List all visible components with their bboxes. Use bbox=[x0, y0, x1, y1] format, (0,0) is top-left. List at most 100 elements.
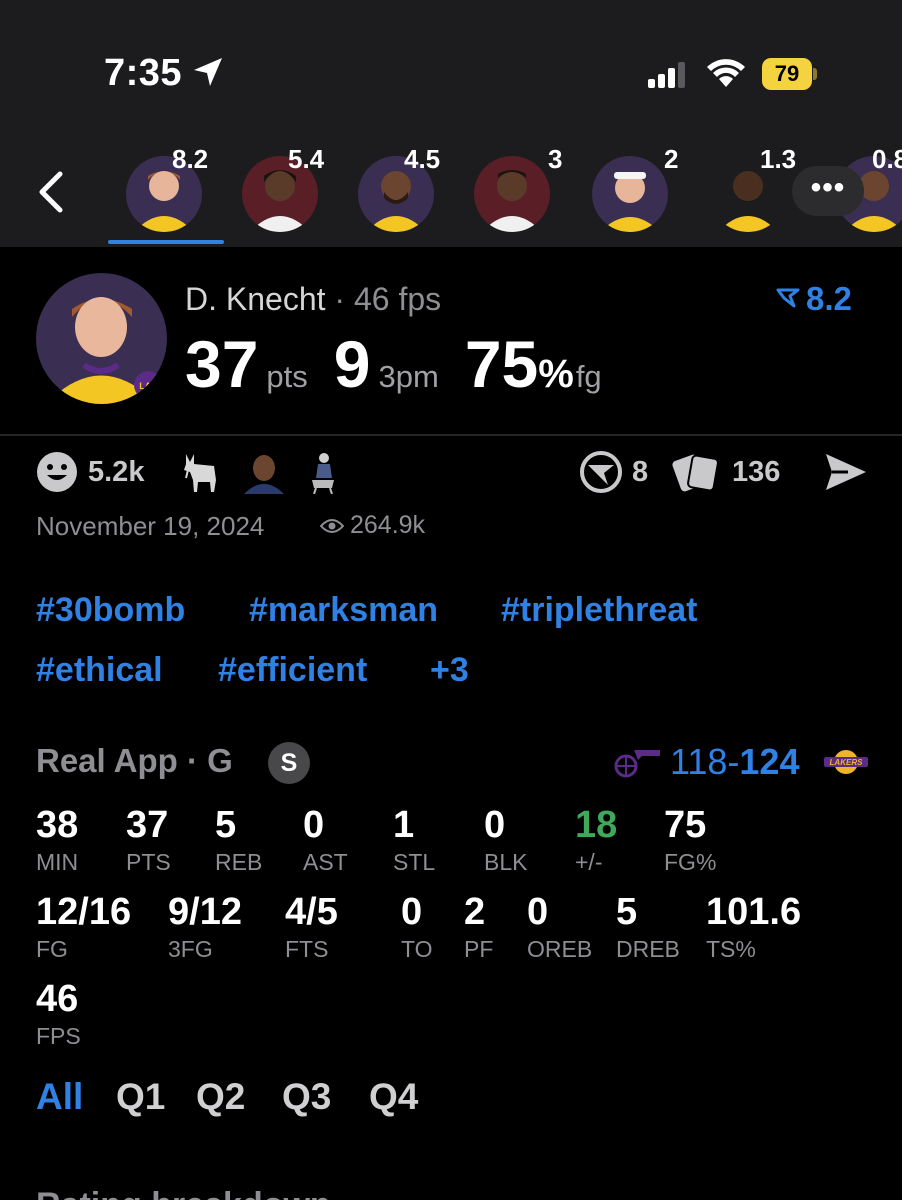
player-score: 4.5 bbox=[404, 144, 441, 174]
headline-fg-unit: fg bbox=[575, 359, 602, 394]
svg-text:LAL: LAL bbox=[139, 381, 157, 391]
real-logo-icon bbox=[580, 451, 622, 493]
wifi-icon bbox=[707, 59, 745, 87]
stat-label: FTS bbox=[285, 936, 329, 962]
stat-value: 0 bbox=[527, 891, 549, 933]
player-strip-item-6[interactable]: 1.3 bbox=[710, 144, 796, 232]
headline-threes-unit: 3pm bbox=[378, 359, 439, 394]
player-name: D. Knecht bbox=[185, 281, 326, 317]
jazz-logo-icon bbox=[614, 750, 660, 778]
tab-all[interactable]: All bbox=[36, 1076, 83, 1118]
stat-label: FPS bbox=[36, 1023, 81, 1049]
shaq-reaction[interactable] bbox=[242, 450, 286, 494]
stat-value: 38 bbox=[36, 804, 79, 846]
game-source: Real App · G bbox=[36, 742, 233, 779]
top-bar: 7:35 79 8.2 5.4 4.5 3 2 1.3 0.8 ••• bbox=[0, 0, 902, 247]
player-strip-item-5[interactable]: 2 bbox=[592, 144, 678, 232]
more-hashtags-button[interactable]: +3 bbox=[430, 651, 469, 690]
section-divider bbox=[0, 434, 902, 436]
view-count: 264.9k bbox=[320, 511, 425, 540]
player-strip-item-4[interactable]: 3 bbox=[474, 144, 562, 232]
stat-label: AST bbox=[303, 849, 348, 875]
rating-value: 8.2 bbox=[806, 280, 852, 317]
stat-label: FG% bbox=[664, 849, 717, 875]
tab-q4[interactable]: Q4 bbox=[369, 1076, 418, 1118]
headline-threes: 9 bbox=[333, 327, 371, 401]
stat-pf: 2 PF bbox=[464, 891, 493, 963]
hashtag-30bomb[interactable]: #30bomb bbox=[36, 591, 185, 630]
player-strip-item-3[interactable]: 4.5 bbox=[358, 144, 440, 232]
stat-value: 75 bbox=[664, 804, 707, 846]
stat-label: PTS bbox=[126, 849, 171, 875]
share-button[interactable] bbox=[824, 450, 868, 494]
goat-reaction[interactable] bbox=[180, 450, 222, 494]
smiley-icon bbox=[37, 452, 77, 492]
tab-q1[interactable]: Q1 bbox=[116, 1076, 165, 1118]
stat-label: REB bbox=[215, 849, 263, 875]
like-count: 5.2k bbox=[88, 455, 145, 488]
score-separator: - bbox=[727, 741, 740, 782]
game-score[interactable]: 118-124 bbox=[670, 741, 799, 783]
headline-pts: 37 bbox=[185, 327, 259, 401]
cards-button[interactable]: 136 bbox=[672, 450, 780, 494]
headline-stats: 37 pts 9 3pm 75%fg bbox=[185, 326, 628, 402]
hashtag-triplethreat[interactable]: #triplethreat bbox=[501, 591, 698, 630]
tab-q3[interactable]: Q3 bbox=[282, 1076, 331, 1118]
stat-label: STL bbox=[393, 849, 436, 875]
player-score: 2 bbox=[664, 144, 679, 174]
player-headshot: LAL bbox=[36, 273, 167, 404]
stat-ts-pct: 101.6 TS% bbox=[706, 891, 801, 963]
comments-button[interactable]: 8 bbox=[580, 450, 648, 494]
stat-reb: 5 REB bbox=[215, 804, 262, 876]
stat-fg: 12/16 FG bbox=[36, 891, 131, 963]
stat-label: +/- bbox=[575, 849, 603, 875]
battery-percent: 79 bbox=[774, 61, 800, 86]
stat-label: FG bbox=[36, 936, 68, 962]
stat-value: 5 bbox=[215, 804, 237, 846]
like-reaction[interactable]: 5.2k bbox=[36, 450, 144, 494]
cards-icon bbox=[672, 454, 719, 492]
active-player-indicator bbox=[108, 240, 224, 244]
stat-label: 3FG bbox=[168, 936, 213, 962]
stat-label: DREB bbox=[616, 936, 680, 962]
stat-label: OREB bbox=[527, 936, 593, 962]
player-strip-item-1[interactable]: 8.2 bbox=[126, 144, 208, 232]
stat-value: 0 bbox=[401, 891, 423, 933]
stat-label: TS% bbox=[706, 936, 756, 962]
stat-3fg: 9/12 3FG bbox=[168, 891, 242, 963]
thinker-reaction[interactable] bbox=[304, 450, 342, 494]
cell-signal-icon bbox=[648, 62, 685, 88]
stat-oreb: 0 OREB bbox=[527, 891, 592, 963]
comments-count: 8 bbox=[632, 455, 649, 488]
away-score: 118 bbox=[670, 741, 728, 782]
stat-value: 12/16 bbox=[36, 891, 132, 933]
player-rating[interactable]: 8.2 bbox=[776, 280, 852, 318]
stat-value: 1 bbox=[393, 804, 415, 846]
player-score: 3 bbox=[548, 144, 563, 174]
player-score: 1.3 bbox=[760, 144, 797, 174]
rating-logo-icon bbox=[776, 288, 800, 308]
status-time: 7:35 bbox=[104, 52, 183, 94]
lakers-logo-icon: LAKERS bbox=[824, 750, 868, 774]
player-name-line[interactable]: D. Knecht · 46 fps bbox=[185, 281, 441, 318]
hashtag-ethical[interactable]: #ethical bbox=[36, 651, 163, 690]
stat-pts: 37 PTS bbox=[126, 804, 171, 876]
more-players-button[interactable]: ••• bbox=[792, 166, 864, 216]
stat-fg-pct: 75 FG% bbox=[664, 804, 716, 876]
hashtag-efficient[interactable]: #efficient bbox=[218, 651, 367, 690]
stat-label: PF bbox=[464, 936, 494, 962]
back-chevron-icon[interactable] bbox=[36, 170, 66, 214]
stat-fts: 4/5 FTS bbox=[285, 891, 338, 963]
stat-plus-minus: 18 +/- bbox=[575, 804, 617, 876]
stat-value: 2 bbox=[464, 891, 486, 933]
send-icon bbox=[826, 454, 866, 490]
player-strip-item-2[interactable]: 5.4 bbox=[242, 144, 324, 232]
stat-value: 0 bbox=[484, 804, 506, 846]
stat-to: 0 TO bbox=[401, 891, 433, 963]
view-count-value: 264.9k bbox=[350, 511, 426, 539]
hashtag-marksman[interactable]: #marksman bbox=[249, 591, 438, 630]
tab-q2[interactable]: Q2 bbox=[196, 1076, 245, 1118]
stat-value: 4/5 bbox=[285, 891, 338, 933]
stat-label: BLK bbox=[484, 849, 528, 875]
stat-blk: 0 BLK bbox=[484, 804, 527, 876]
